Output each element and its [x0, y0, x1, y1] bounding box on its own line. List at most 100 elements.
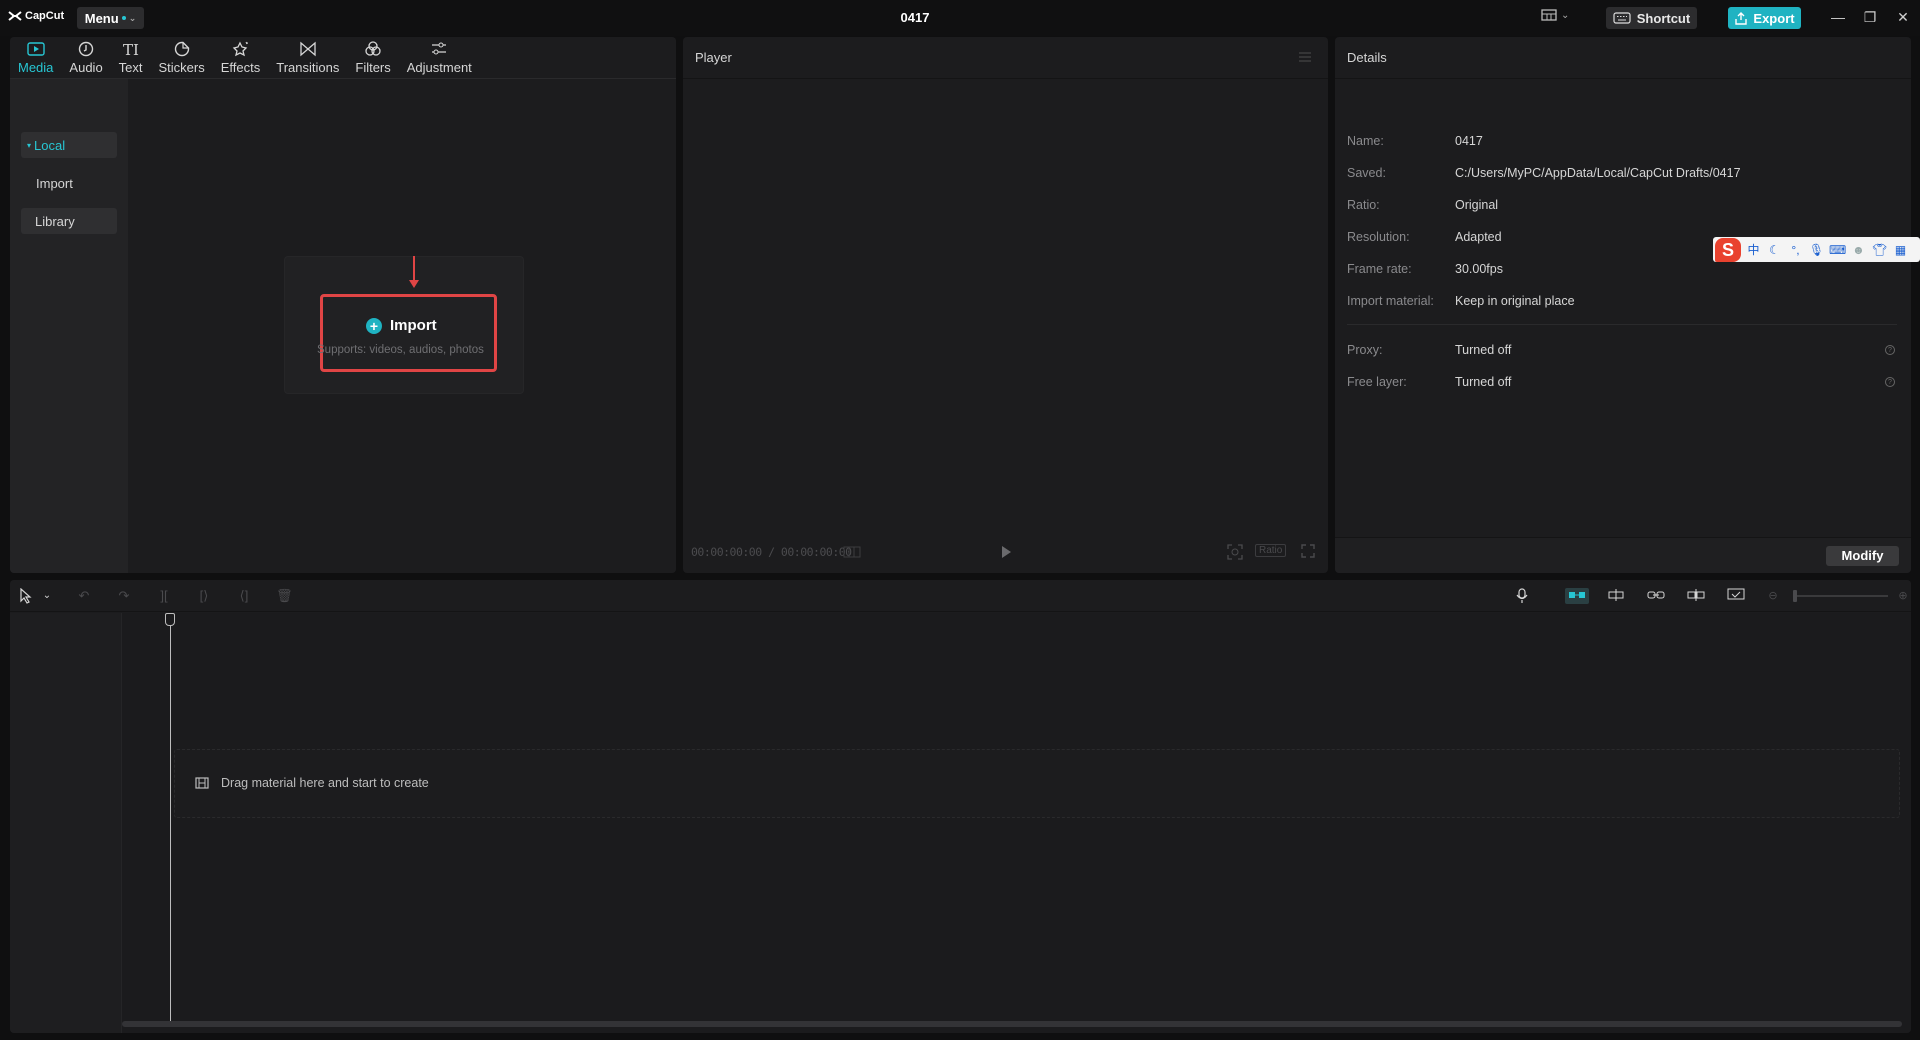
help-icon[interactable]: ? [1885, 345, 1895, 355]
tab-effects[interactable]: Effects [213, 37, 269, 79]
fullscreen-icon[interactable] [1301, 544, 1315, 558]
detail-key: Frame rate: [1347, 262, 1412, 276]
keyboard-icon[interactable]: ⌨︎ [1829, 243, 1846, 257]
moon-icon[interactable]: ☾ [1766, 243, 1783, 257]
player-title: Player [695, 50, 732, 65]
main-track-magnet-icon[interactable] [1565, 588, 1589, 604]
playhead-line [170, 625, 171, 1025]
details-panel: Details Name: 0417 Saved: C:/Users/MyPC/Ap… [1335, 37, 1911, 573]
caret-down-icon: ▾ [27, 140, 32, 150]
preview-axis-icon[interactable] [1687, 588, 1705, 604]
drop-zone-message: Drag material here and start to create [195, 776, 429, 790]
layout-button[interactable]: ⌄ [1541, 9, 1569, 21]
tab-label: Audio [69, 60, 103, 75]
ime-chinese-mode[interactable]: 中 [1745, 241, 1762, 258]
tab-label: Filters [355, 60, 391, 75]
detail-key: Name: [1347, 134, 1384, 148]
grid-icon[interactable]: ▦ [1892, 243, 1909, 257]
drop-zone-text: Drag material here and start to create [221, 776, 429, 790]
sogou-logo-icon[interactable]: S [1715, 237, 1741, 262]
detail-value: Adapted [1455, 230, 1502, 244]
tool-tabs: Media Audio TI Text Stickers Effects Tra… [10, 37, 676, 79]
user-icon[interactable]: ☻ [1850, 243, 1867, 257]
link-icon[interactable] [1647, 588, 1665, 604]
tab-filters[interactable]: Filters [347, 37, 398, 79]
undo-icon[interactable]: ↶ [76, 588, 92, 604]
tab-stickers[interactable]: Stickers [151, 37, 213, 79]
modify-button[interactable]: Modify [1826, 546, 1899, 566]
menu-lines-icon[interactable] [1298, 51, 1312, 63]
details-divider [1347, 324, 1897, 325]
timeline-drop-zone[interactable] [174, 749, 1900, 818]
detail-row-ratio: Ratio: Original [1347, 198, 1897, 218]
detail-key: Ratio: [1347, 198, 1380, 212]
split-icon[interactable]: ][ [156, 588, 172, 604]
film-icon [195, 777, 209, 789]
zoom-slider-handle[interactable] [1793, 590, 1797, 602]
detail-value: Turned off [1455, 343, 1512, 357]
shortcut-label: Shortcut [1636, 10, 1691, 26]
player-controls: 00:00:00:00 / 00:00:00:00 Ratio [683, 537, 1328, 567]
help-icon[interactable]: ? [1885, 377, 1895, 387]
tab-media[interactable]: Media [10, 37, 61, 79]
player-header: Player [683, 37, 1328, 79]
skin-icon[interactable]: 👕︎ [1871, 243, 1888, 257]
trim-left-icon[interactable]: [⟩ [196, 588, 212, 604]
plus-icon: + [366, 317, 382, 334]
effects-icon [232, 41, 248, 57]
chevron-down-icon[interactable]: ⌄ [39, 588, 55, 604]
ratio-button[interactable]: Ratio [1255, 544, 1287, 557]
track-headers [10, 613, 122, 1033]
sidebar-item-import[interactable]: Import [21, 170, 117, 196]
detail-key: Import material: [1347, 294, 1434, 308]
detail-value: Turned off [1455, 375, 1512, 389]
tab-label: Media [18, 60, 54, 75]
svg-text:TI: TI [123, 41, 139, 57]
title-bar: CapCut Menu ⌄ 0417 ⌄ Shortcut Export — ❐… [0, 0, 1920, 36]
microphone-icon[interactable]: 🎙︎ [1808, 243, 1825, 257]
import-button[interactable]: + Import [366, 317, 437, 334]
trim-right-icon[interactable]: ⟨] [236, 588, 252, 604]
punctuation-icon[interactable]: °, [1787, 243, 1804, 257]
export-icon [1735, 11, 1748, 25]
timeline-toolbar: ⌄ ↶ ↷ ][ [⟩ ⟨] 🗑︎ ⊖ ⊕ [10, 580, 1911, 612]
detail-row-free-layer: Free layer: Turned off [1347, 375, 1897, 395]
layout-icon [1541, 9, 1557, 21]
timeline-grid-icon[interactable] [843, 546, 861, 558]
fit-icon[interactable] [1227, 544, 1243, 560]
restore-icon[interactable]: ❐ [1862, 9, 1878, 25]
zoom-slider-track[interactable] [1796, 595, 1888, 597]
zoom-in-icon[interactable]: ⊕ [1895, 588, 1911, 604]
transitions-icon [300, 41, 316, 57]
detail-value: Original [1455, 198, 1499, 212]
details-footer: Modify [1335, 537, 1911, 573]
select-cursor-icon[interactable] [18, 587, 34, 604]
auto-snap-icon[interactable] [1607, 588, 1624, 604]
delete-icon[interactable]: 🗑︎ [276, 588, 293, 604]
sidebar-item-local[interactable]: ▾ Local [21, 132, 117, 158]
shortcut-button[interactable]: Shortcut [1606, 7, 1697, 29]
tab-transitions[interactable]: Transitions [268, 37, 347, 79]
details-body: Name: 0417 Saved: C:/Users/MyPC/AppData/Lo… [1335, 79, 1911, 573]
play-icon[interactable] [1000, 545, 1012, 559]
microphone-icon[interactable] [1514, 588, 1530, 604]
close-icon[interactable]: ✕ [1895, 9, 1911, 25]
minimize-icon[interactable]: — [1830, 9, 1846, 25]
ime-toolbar: S 中 ☾ °, 🎙︎ ⌨︎ ☻ 👕︎ ▦ [1713, 237, 1920, 262]
zoom-out-icon[interactable]: ⊖ [1765, 588, 1781, 604]
sidebar-item-label: Local [34, 137, 66, 153]
timeline-tracks[interactable]: Drag material here and start to create [10, 613, 1911, 1033]
detail-value: Keep in original place [1455, 294, 1575, 308]
tab-label: Adjustment [406, 60, 472, 75]
screen-preview-icon[interactable] [1727, 588, 1745, 604]
tab-label: Transitions [276, 60, 340, 75]
export-button[interactable]: Export [1728, 7, 1801, 29]
tab-label: Effects [220, 60, 261, 75]
horizontal-scrollbar[interactable] [122, 1021, 1902, 1027]
tab-adjustment[interactable]: Adjustment [399, 37, 480, 79]
details-title: Details [1347, 50, 1387, 65]
tab-text[interactable]: TI Text [111, 37, 151, 79]
tab-audio[interactable]: Audio [61, 37, 110, 79]
sidebar-item-library[interactable]: Library [21, 208, 117, 234]
redo-icon[interactable]: ↷ [116, 588, 132, 604]
